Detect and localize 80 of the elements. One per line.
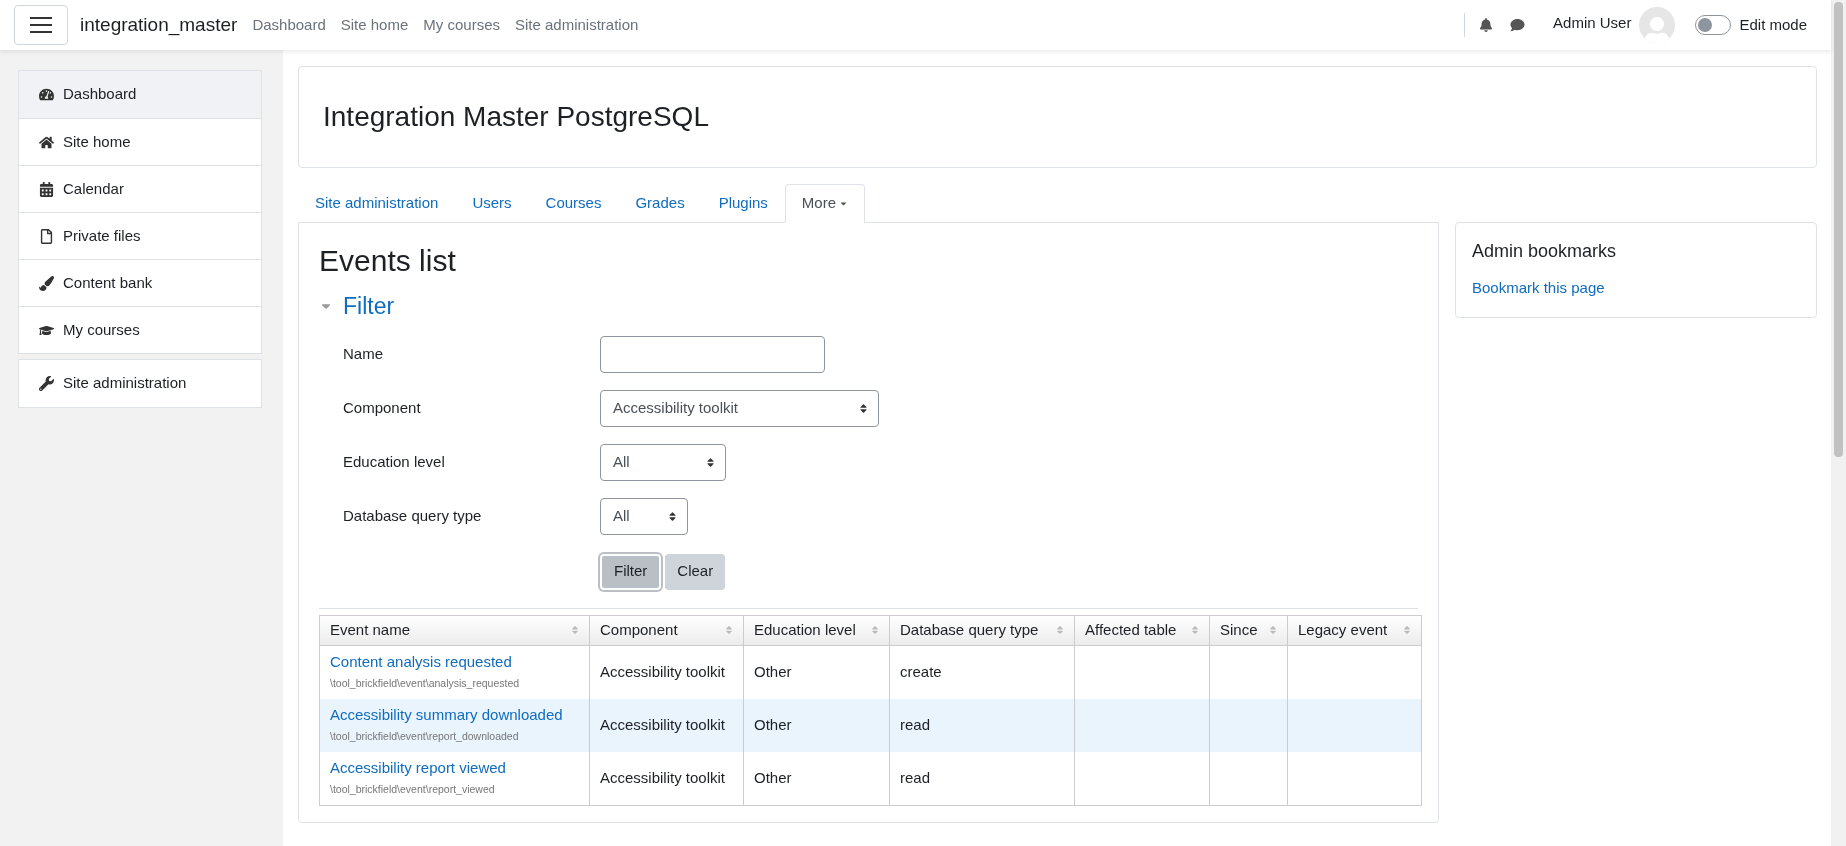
sidebar-item[interactable]: Site administration [19, 360, 261, 407]
event-class-path: \tool_brickfield\event\report_downloaded [330, 729, 520, 745]
nav-link[interactable]: Dashboard [252, 13, 326, 37]
sidebar-item[interactable]: Private files [19, 212, 261, 259]
nav-tab[interactable]: Users [455, 184, 529, 223]
column-header[interactable]: Since [1209, 615, 1287, 645]
wrench-icon [39, 376, 54, 391]
menu-icon [29, 16, 53, 34]
column-header[interactable]: Education level [743, 615, 889, 645]
sort-arrows-icon [859, 403, 868, 414]
field-label: Education level [343, 452, 446, 473]
event-name-link[interactable]: Content analysis requested [330, 652, 579, 673]
block-title: Admin bookmarks [1472, 240, 1618, 263]
table-cell-text: create [900, 661, 942, 682]
scrollbar[interactable] [1831, 0, 1846, 846]
sidebar-item[interactable]: Content bank [19, 259, 261, 306]
table-cell-text: Accessibility toolkit [600, 661, 726, 682]
select-field[interactable]: Accessibility toolkit [600, 390, 879, 427]
event-name-link[interactable]: Accessibility report viewed [330, 758, 579, 779]
column-header[interactable]: Component [589, 615, 743, 645]
field-label: Database query type [343, 506, 483, 527]
sort-arrows-icon [668, 511, 677, 522]
menu-button[interactable] [14, 5, 68, 45]
nav-link[interactable]: Site home [340, 13, 409, 37]
sidebar-item[interactable]: Site home [19, 118, 261, 165]
sort-arrows-icon [706, 457, 715, 468]
filter-toggle[interactable]: Filter [319, 289, 395, 324]
gauge-icon [39, 87, 54, 102]
nav-tab[interactable]: Grades [618, 184, 702, 223]
sort-arrows-icon [1269, 625, 1277, 635]
column-header[interactable]: Affected table [1074, 615, 1209, 645]
table-cell-text: Accessibility toolkit [600, 714, 726, 735]
nav-tab[interactable]: More [784, 184, 866, 223]
table-cell-text: read [900, 714, 931, 735]
text-input-field[interactable] [600, 336, 825, 373]
house-icon [39, 134, 54, 150]
person-silhouette-icon [1644, 17, 1671, 43]
page-heading: Events list [319, 243, 457, 279]
column-header[interactable]: Database query type [889, 615, 1074, 645]
column-header[interactable]: Legacy event [1287, 615, 1421, 645]
event-class-path: \tool_brickfield\event\analysis_requested [330, 676, 521, 692]
column-header[interactable]: Event name [320, 615, 589, 645]
page-title: Integration Master PostgreSQL [323, 100, 709, 134]
select-field[interactable]: All [600, 444, 726, 481]
sidebar-item[interactable]: My courses [19, 306, 261, 353]
calendar-icon [39, 181, 54, 197]
sort-arrows-icon [1191, 625, 1199, 635]
paintbrush-icon [39, 275, 54, 291]
caret-icon [839, 199, 849, 208]
event-name-link[interactable]: Accessibility summary downloaded [330, 705, 579, 726]
edit-mode-switch[interactable] [1695, 15, 1732, 35]
table-cell-text: read [900, 767, 931, 788]
sort-arrows-icon [725, 625, 733, 635]
bookmark-link[interactable]: Bookmark this page [1472, 277, 1800, 300]
site-name[interactable]: integration_master [80, 10, 238, 40]
edit-mode-label: Edit mode [1739, 14, 1807, 35]
table-cell-text: Other [754, 661, 792, 682]
nav-tab[interactable]: Courses [528, 184, 619, 223]
chat-bubble-icon[interactable] [1510, 18, 1526, 32]
form-button[interactable]: Filter [600, 553, 662, 590]
nav-tab[interactable]: Plugins [701, 184, 785, 223]
table-cell-text: Other [754, 714, 792, 735]
field-label: Component [343, 398, 422, 419]
user-name[interactable]: Admin User [1553, 11, 1632, 35]
notification-bell-icon[interactable] [1479, 18, 1494, 32]
sort-arrows-icon [571, 625, 579, 635]
event-class-path: \tool_brickfield\event\report_viewed [330, 782, 496, 798]
sidebar-item[interactable]: Calendar [19, 165, 261, 212]
form-button[interactable]: Clear [665, 553, 726, 590]
file-icon [39, 228, 54, 244]
table-cell-text: Other [754, 767, 792, 788]
nav-tab[interactable]: Site administration [298, 184, 456, 223]
nav-link[interactable]: Site administration [515, 13, 639, 37]
sort-arrows-icon [871, 625, 879, 635]
field-label: Name [343, 344, 384, 365]
sort-arrows-icon [1056, 625, 1064, 635]
sort-arrows-icon [1403, 625, 1411, 635]
select-field[interactable]: All [600, 498, 688, 535]
nav-link[interactable]: My courses [423, 13, 500, 37]
table-cell-text: Accessibility toolkit [600, 767, 726, 788]
